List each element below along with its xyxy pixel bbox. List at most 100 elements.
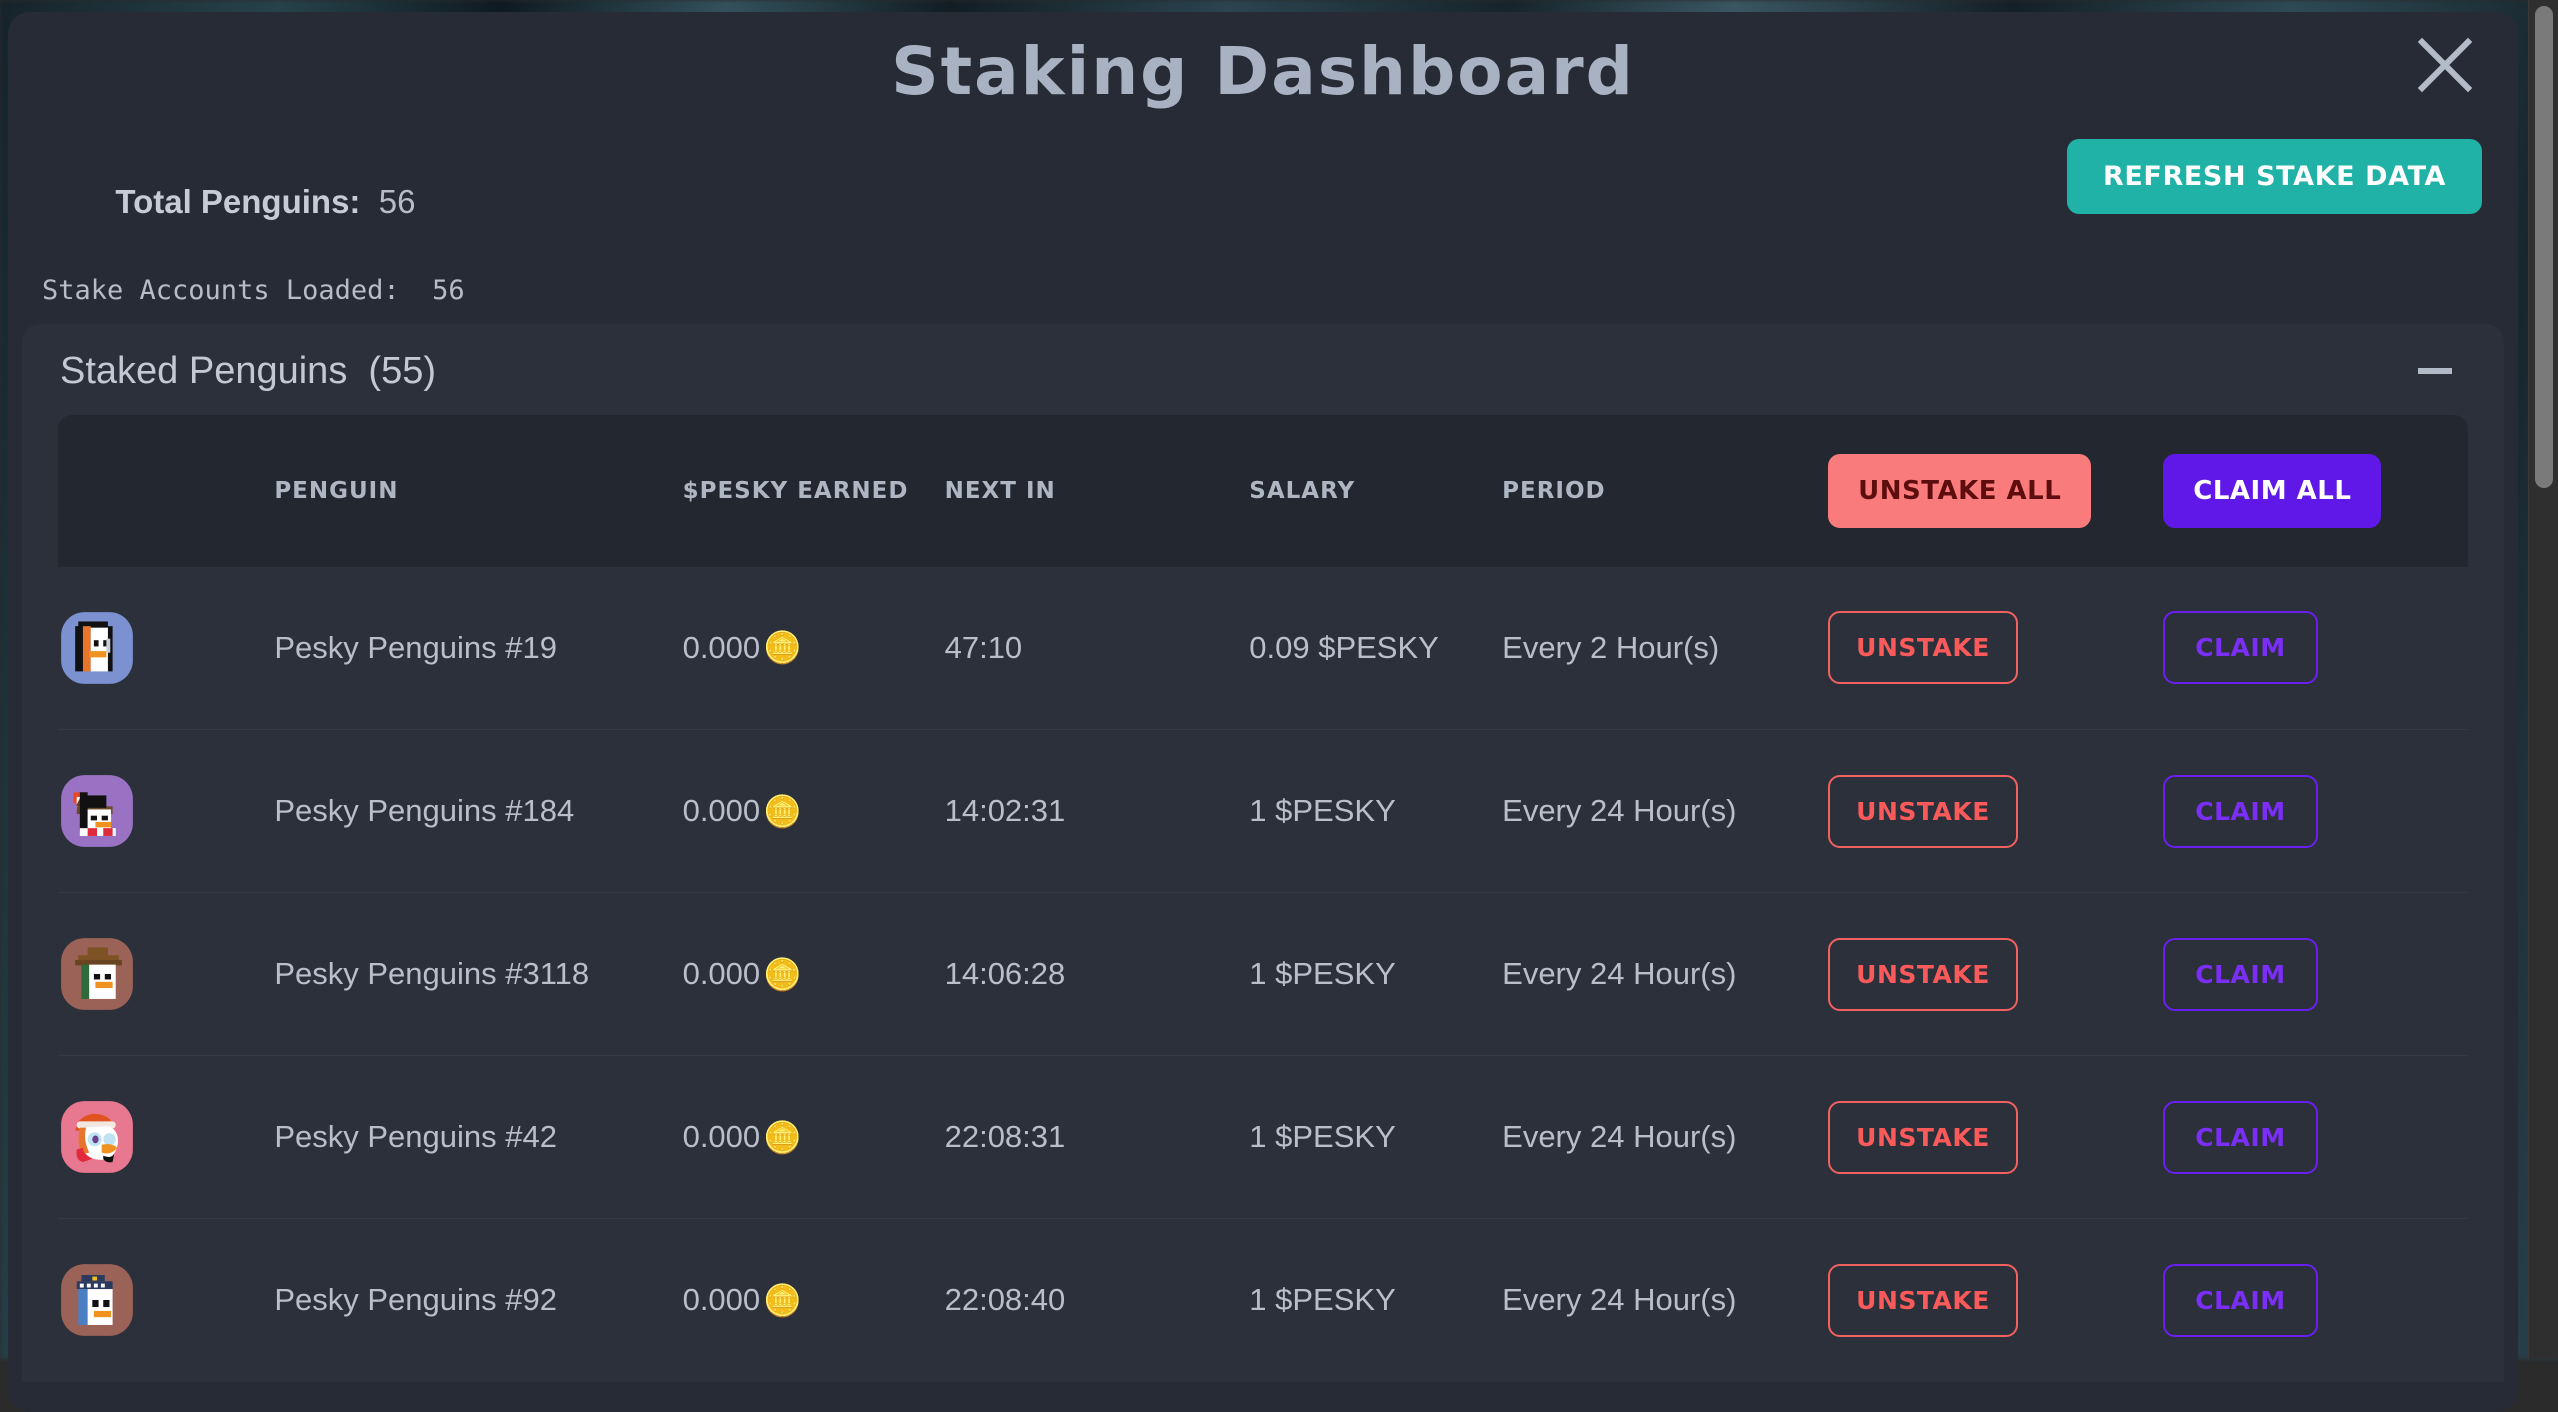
staking-dashboard-modal: Staking Dashboard Total Penguins: 56 Sta… xyxy=(8,12,2518,1412)
cell-salary: 1 $PESKY xyxy=(1249,1219,1502,1382)
unstake-button[interactable]: UNSTAKE xyxy=(1828,938,2018,1011)
column-header-next-in: NEXT IN xyxy=(945,415,1250,567)
column-header-period-label: PERIOD xyxy=(1502,478,1828,504)
column-header-earned: $PESKY EARNED xyxy=(683,415,945,567)
cell-avatar xyxy=(58,1219,274,1382)
cell-period: Every 24 Hour(s) xyxy=(1502,1219,1828,1382)
cell-next-in: 14:06:28 xyxy=(945,893,1250,1056)
cell-salary: 1 $PESKY xyxy=(1249,893,1502,1056)
column-header-unstake-all: UNSTAKE ALL xyxy=(1828,415,2163,567)
claim-button[interactable]: CLAIM xyxy=(2163,775,2317,848)
claim-button[interactable]: CLAIM xyxy=(2163,1101,2317,1174)
total-penguins-label: Total Penguins: xyxy=(115,183,360,220)
cell-avatar xyxy=(58,893,274,1056)
cell-claim: CLAIM xyxy=(2163,567,2468,730)
cell-claim: CLAIM xyxy=(2163,730,2468,893)
cell-avatar xyxy=(58,1056,274,1219)
stats-block: Total Penguins: 56 Stake Accounts Loaded… xyxy=(42,133,465,306)
close-icon[interactable] xyxy=(2414,34,2476,96)
cell-period: Every 24 Hour(s) xyxy=(1502,1056,1828,1219)
penguin-avatar-rose xyxy=(58,1261,136,1339)
cell-salary: 1 $PESKY xyxy=(1249,730,1502,893)
cell-period: Every 24 Hour(s) xyxy=(1502,893,1828,1056)
cell-penguin-name: Pesky Penguins #184 xyxy=(274,730,682,893)
earned-value: 0.000 xyxy=(683,793,761,829)
column-header-salary: SALARY xyxy=(1249,415,1502,567)
cell-claim: CLAIM xyxy=(2163,1219,2468,1382)
claim-button[interactable]: CLAIM xyxy=(2163,611,2317,684)
column-header-claim-all: CLAIM ALL xyxy=(2163,415,2468,567)
table-head: PENGUIN $PESKY EARNED NEXT IN SALARY PER xyxy=(58,415,2468,567)
coin-icon: 🪙 xyxy=(763,632,802,663)
coin-icon: 🪙 xyxy=(763,1122,802,1153)
cell-pesky-earned: 0.000 🪙 xyxy=(683,1056,945,1219)
cell-penguin-name: Pesky Penguins #19 xyxy=(274,567,682,730)
cell-penguin-name: Pesky Penguins #42 xyxy=(274,1056,682,1219)
cell-unstake: UNSTAKE xyxy=(1828,567,2163,730)
cell-next-in: 22:08:31 xyxy=(945,1056,1250,1219)
table-body: Pesky Penguins #19 0.000 🪙 47:10 0.09 $P… xyxy=(58,567,2468,1382)
unstake-button[interactable]: UNSTAKE xyxy=(1828,775,2018,848)
column-header-salary-label: SALARY xyxy=(1249,478,1502,504)
earned-value: 0.000 xyxy=(683,630,761,666)
cell-next-in: 47:10 xyxy=(945,567,1250,730)
cell-unstake: UNSTAKE xyxy=(1828,893,2163,1056)
cell-claim: CLAIM xyxy=(2163,893,2468,1056)
column-header-avatar xyxy=(58,415,274,567)
column-header-next-in-label: NEXT IN xyxy=(945,478,1250,504)
column-header-penguin-label: PENGUIN xyxy=(274,478,682,504)
table-row: Pesky Penguins #92 0.000 🪙 22:08:40 1 $P… xyxy=(58,1219,2468,1382)
refresh-stake-data-button[interactable]: REFRESH STAKE DATA xyxy=(2067,139,2482,214)
minus-icon[interactable] xyxy=(2418,368,2452,374)
coin-icon: 🪙 xyxy=(763,796,802,827)
stake-accounts-loaded-stat: Stake Accounts Loaded: 56 xyxy=(42,275,465,306)
cell-penguin-name: Pesky Penguins #92 xyxy=(274,1219,682,1382)
unstake-button[interactable]: UNSTAKE xyxy=(1828,611,2018,684)
total-penguins-value: 56 xyxy=(379,183,416,220)
coin-icon: 🪙 xyxy=(763,959,802,990)
claim-button[interactable]: CLAIM xyxy=(2163,1264,2317,1337)
cell-salary: 1 $PESKY xyxy=(1249,1056,1502,1219)
cell-unstake: UNSTAKE xyxy=(1828,1056,2163,1219)
table-header-row: PENGUIN $PESKY EARNED NEXT IN SALARY PER xyxy=(58,415,2468,567)
penguin-avatar-blue xyxy=(58,609,136,687)
penguin-avatar-purple xyxy=(58,772,136,850)
table-row: Pesky Penguins #184 0.000 🪙 14:02:31 1 $… xyxy=(58,730,2468,893)
staked-penguins-table-wrap: PENGUIN $PESKY EARNED NEXT IN SALARY PER xyxy=(22,415,2504,1382)
cell-next-in: 22:08:40 xyxy=(945,1219,1250,1382)
browser-scrollbar-thumb[interactable] xyxy=(2535,6,2553,488)
unstake-all-button[interactable]: UNSTAKE ALL xyxy=(1828,454,2091,528)
staked-penguins-card: Staked Penguins (55) PENGUIN $PESK xyxy=(22,324,2504,1382)
unstake-button[interactable]: UNSTAKE xyxy=(1828,1264,2018,1337)
card-header: Staked Penguins (55) xyxy=(22,324,2504,415)
cell-salary: 0.09 $PESKY xyxy=(1249,567,1502,730)
unstake-button[interactable]: UNSTAKE xyxy=(1828,1101,2018,1174)
table-row: Pesky Penguins #42 0.000 🪙 22:08:31 1 $P… xyxy=(58,1056,2468,1219)
stats-bar: Total Penguins: 56 Stake Accounts Loaded… xyxy=(8,109,2518,306)
browser-scrollbar[interactable] xyxy=(2528,0,2558,1359)
claim-button[interactable]: CLAIM xyxy=(2163,938,2317,1011)
cell-avatar xyxy=(58,730,274,893)
cell-claim: CLAIM xyxy=(2163,1056,2468,1219)
total-penguins-stat: Total Penguins: 56 xyxy=(42,145,465,259)
staked-penguins-title: Staked Penguins (55) xyxy=(60,350,436,393)
cell-penguin-name: Pesky Penguins #3118 xyxy=(274,893,682,1056)
staked-penguins-table: PENGUIN $PESKY EARNED NEXT IN SALARY PER xyxy=(58,415,2468,1382)
cell-pesky-earned: 0.000 🪙 xyxy=(683,1219,945,1382)
cell-pesky-earned: 0.000 🪙 xyxy=(683,567,945,730)
page-title: Staking Dashboard xyxy=(8,12,2518,109)
cell-avatar xyxy=(58,567,274,730)
column-header-period: PERIOD xyxy=(1502,415,1828,567)
table-row: Pesky Penguins #19 0.000 🪙 47:10 0.09 $P… xyxy=(58,567,2468,730)
cell-pesky-earned: 0.000 🪙 xyxy=(683,730,945,893)
earned-value: 0.000 xyxy=(683,1119,761,1155)
penguin-avatar-pink xyxy=(58,1098,136,1176)
coin-icon: 🪙 xyxy=(763,1285,802,1316)
column-header-penguin: PENGUIN xyxy=(274,415,682,567)
cell-next-in: 14:02:31 xyxy=(945,730,1250,893)
penguin-avatar-brown xyxy=(58,935,136,1013)
claim-all-button[interactable]: CLAIM ALL xyxy=(2163,454,2381,528)
column-header-earned-label: $PESKY EARNED xyxy=(683,478,945,504)
cell-period: Every 2 Hour(s) xyxy=(1502,567,1828,730)
earned-value: 0.000 xyxy=(683,1282,761,1318)
